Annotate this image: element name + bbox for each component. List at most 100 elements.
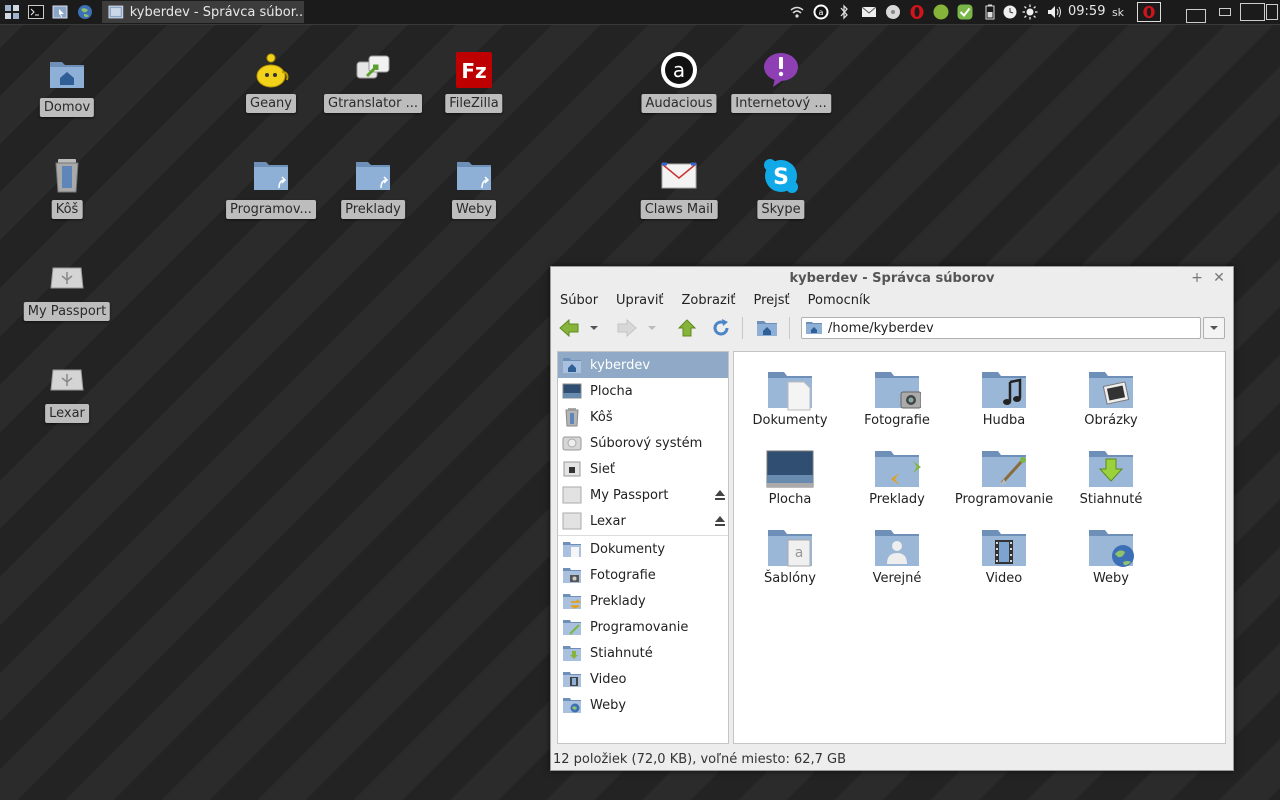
volume-icon[interactable] bbox=[1044, 0, 1066, 24]
desktop-switcher-2[interactable] bbox=[1214, 0, 1236, 24]
desktop-icon-kos[interactable]: Kôš bbox=[17, 156, 117, 246]
templates-folder-icon: a bbox=[768, 530, 812, 567]
back-history-dropdown[interactable] bbox=[587, 317, 601, 339]
file-item-preklady[interactable]: Preklady bbox=[844, 437, 950, 513]
sidebar-item-lexar[interactable]: Lexar bbox=[558, 508, 728, 534]
desktop-icon-label: Claws Mail bbox=[640, 200, 718, 219]
sidebar-item-video[interactable]: Video bbox=[558, 666, 728, 692]
desktop-switcher-1[interactable] bbox=[1184, 0, 1208, 24]
file-item-verejne[interactable]: Verejné bbox=[844, 516, 950, 592]
desktop-icon-lexar[interactable]: Lexar bbox=[17, 360, 117, 450]
desktop-icon-weby[interactable]: Weby bbox=[424, 156, 524, 246]
file-item-video[interactable]: Video bbox=[951, 516, 1057, 592]
sidebar-item-programovanie[interactable]: Programovanie bbox=[558, 614, 728, 640]
menu-zobrazit[interactable]: Zobraziť bbox=[673, 291, 745, 311]
sidebar-item-dokumenty[interactable]: Dokumenty bbox=[558, 536, 728, 562]
maximize-button[interactable]: + bbox=[1188, 269, 1206, 287]
location-bar[interactable]: /home/kyberdev bbox=[801, 317, 1201, 339]
sidebar-item-siet[interactable]: Sieť bbox=[558, 456, 728, 482]
sidebar-item-my-passport[interactable]: My Passport bbox=[558, 482, 728, 508]
eject-icon[interactable] bbox=[714, 515, 726, 527]
home-button[interactable] bbox=[755, 317, 779, 339]
menu-prejst[interactable]: Prejsť bbox=[745, 291, 799, 311]
file-item-stiahnute[interactable]: Stiahnuté bbox=[1058, 437, 1164, 513]
sidebar-item-label: Preklady bbox=[590, 593, 646, 609]
sidebar-item-kyberdev[interactable]: kyberdev bbox=[558, 352, 728, 378]
desktop-icon-skype[interactable]: S Skype bbox=[731, 156, 831, 246]
svg-text:a: a bbox=[673, 58, 685, 82]
brightness-icon[interactable] bbox=[1020, 0, 1040, 24]
skype-icon: S bbox=[764, 159, 798, 193]
desktop-icon-domov[interactable]: Domov bbox=[17, 54, 117, 144]
file-item-programovanie[interactable]: Programovanie bbox=[951, 437, 1057, 513]
desktop-icon-filezilla[interactable]: Fz FileZilla bbox=[424, 50, 524, 140]
file-item-sablony[interactable]: a Šablóny bbox=[737, 516, 843, 592]
taskbar-window-button[interactable]: kyberdev - Správca súbor... bbox=[102, 1, 304, 23]
desktop-switcher-3[interactable] bbox=[1240, 0, 1278, 24]
desktop-icon bbox=[562, 383, 582, 399]
desktop-icon-geany[interactable]: Geany bbox=[221, 50, 321, 140]
desktop-icon-preklady[interactable]: Preklady bbox=[323, 156, 423, 246]
file-manager-icon[interactable] bbox=[49, 0, 71, 24]
window-titlebar[interactable]: kyberdev - Správca súborov bbox=[551, 267, 1233, 291]
downloads-folder-icon bbox=[563, 646, 581, 661]
sidebar-item-plocha[interactable]: Plocha bbox=[558, 378, 728, 404]
file-item-label: Programovanie bbox=[954, 492, 1054, 507]
mail-icon[interactable] bbox=[858, 0, 880, 24]
desktop-icon-gtranslator[interactable]: Gtranslator ... bbox=[323, 50, 423, 140]
file-item-label: Fotografie bbox=[864, 413, 930, 428]
disk-icon[interactable] bbox=[882, 0, 904, 24]
audacious-tray-icon[interactable]: a bbox=[810, 0, 832, 24]
location-dropdown[interactable] bbox=[1203, 317, 1225, 339]
file-view[interactable]: Dokumenty Fotografie Hudba Obrázky Ploch… bbox=[733, 351, 1226, 744]
documents-folder-icon bbox=[563, 542, 581, 557]
folder-link-icon bbox=[356, 162, 390, 190]
menu-pomocnik[interactable]: Pomocník bbox=[799, 291, 879, 311]
sidebar-item-weby[interactable]: Weby bbox=[558, 692, 728, 718]
desktop-icon-programovanie[interactable]: Programov... bbox=[221, 156, 321, 246]
battery-icon[interactable] bbox=[980, 0, 1000, 24]
back-button[interactable] bbox=[557, 317, 581, 339]
opera-launcher-icon[interactable] bbox=[1136, 0, 1162, 24]
sidebar-item-preklady[interactable]: Preklady bbox=[558, 588, 728, 614]
terminal-icon[interactable] bbox=[25, 0, 47, 24]
file-item-obrazky[interactable]: Obrázky bbox=[1058, 358, 1164, 434]
file-item-dokumenty[interactable]: Dokumenty bbox=[737, 358, 843, 434]
eject-icon[interactable] bbox=[714, 489, 726, 501]
file-item-label: Video bbox=[985, 571, 1023, 586]
reload-button[interactable] bbox=[709, 317, 733, 339]
file-item-weby[interactable]: Weby bbox=[1058, 516, 1164, 592]
green-circle-icon[interactable] bbox=[930, 0, 952, 24]
bluetooth-icon[interactable] bbox=[834, 0, 854, 24]
file-item-fotografie[interactable]: Fotografie bbox=[844, 358, 950, 434]
clock-icon[interactable] bbox=[1000, 0, 1020, 24]
svg-text:a: a bbox=[795, 545, 804, 561]
desktop-icon-my-passport[interactable]: My Passport bbox=[17, 258, 117, 348]
menu-upravit[interactable]: Upraviť bbox=[607, 291, 672, 311]
desktop-icon-audacious[interactable]: a Audacious bbox=[629, 50, 729, 140]
clock-text[interactable]: 09:59 bbox=[1068, 0, 1105, 24]
desktop-icon-internetovy[interactable]: Internetový ... bbox=[731, 50, 831, 140]
opera-icon[interactable] bbox=[906, 0, 928, 24]
audacious-icon: a bbox=[661, 52, 697, 88]
web-browser-icon[interactable] bbox=[74, 0, 96, 24]
wifi-icon[interactable] bbox=[786, 0, 808, 24]
sidebar-item-suborovy-system[interactable]: Súborový systém bbox=[558, 430, 728, 456]
forward-button[interactable] bbox=[615, 317, 639, 339]
system-menu-icon[interactable] bbox=[2, 0, 22, 24]
close-button[interactable]: ✕ bbox=[1210, 269, 1228, 287]
sidebar-item-stiahnute[interactable]: Stiahnuté bbox=[558, 640, 728, 666]
forward-history-dropdown[interactable] bbox=[645, 317, 659, 339]
sidebar-item-fotografie[interactable]: Fotografie bbox=[558, 562, 728, 588]
file-item-hudba[interactable]: Hudba bbox=[951, 358, 1057, 434]
file-item-label: Obrázky bbox=[1084, 413, 1138, 428]
desktop-icon-claws-mail[interactable]: Claws Mail bbox=[629, 156, 729, 246]
menu-subor[interactable]: Súbor bbox=[551, 291, 607, 311]
sidebar-item-kos[interactable]: Kôš bbox=[558, 404, 728, 430]
checkmark-icon[interactable] bbox=[954, 0, 976, 24]
keyboard-layout-indicator[interactable]: sk bbox=[1110, 0, 1126, 24]
sidebar-item-label: Fotografie bbox=[590, 567, 656, 583]
file-item-label: Preklady bbox=[869, 492, 925, 507]
up-button[interactable] bbox=[675, 317, 699, 339]
file-item-plocha[interactable]: Plocha bbox=[737, 437, 843, 513]
